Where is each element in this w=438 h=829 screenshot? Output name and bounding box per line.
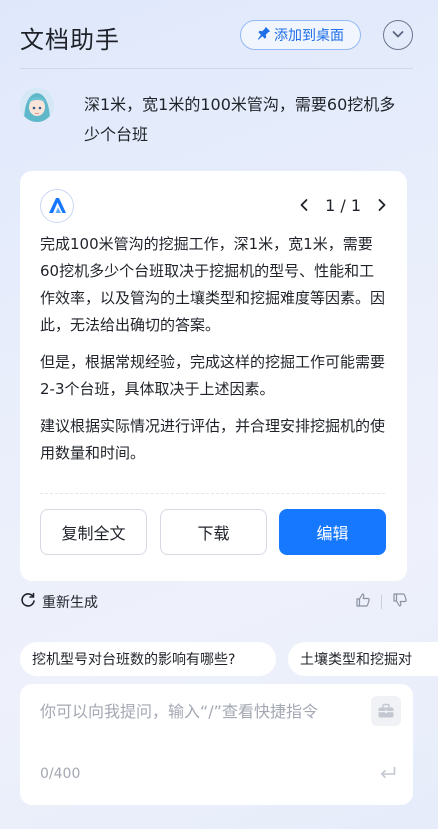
chat-input[interactable]: 你可以向我提问，输入“/”查看快捷指令 0/400 xyxy=(20,684,413,805)
answer-text: 完成100米管沟的挖掘工作，深1米，宽1米，需要60挖机多少个台班取决于挖掘机的… xyxy=(40,231,385,477)
collapse-button[interactable] xyxy=(383,20,413,50)
download-button[interactable]: 下载 xyxy=(160,509,267,555)
answer-pager: 1 / 1 xyxy=(297,193,389,217)
toolbox-icon[interactable] xyxy=(371,696,401,726)
suggestion-chip[interactable]: 挖机型号对台班数的影响有哪些? xyxy=(20,642,276,676)
prev-answer-icon[interactable] xyxy=(297,193,311,217)
refresh-icon xyxy=(20,592,36,612)
answer-paragraph: 但是，根据常规经验，完成这样的挖掘工作可能需要2-3个台班，具体取决于上述因素。 xyxy=(40,353,386,398)
add-to-desktop-label: 添加到桌面 xyxy=(274,28,344,44)
assistant-logo-icon xyxy=(40,189,74,223)
chevron-down-icon xyxy=(391,26,405,45)
pin-icon xyxy=(257,26,271,44)
regenerate-button[interactable]: 重新生成 xyxy=(20,592,98,612)
feedback-controls xyxy=(355,592,408,612)
suggestion-chip[interactable]: 土壤类型和挖掘对 xyxy=(288,642,438,676)
add-to-desktop-button[interactable]: 添加到桌面 xyxy=(240,20,361,50)
answer-divider xyxy=(40,493,385,494)
enter-icon[interactable] xyxy=(379,764,397,782)
edit-button[interactable]: 编辑 xyxy=(279,509,386,555)
user-avatar xyxy=(20,88,54,122)
thumbs-up-icon[interactable] xyxy=(355,592,371,612)
regenerate-label: 重新生成 xyxy=(42,595,98,611)
next-answer-icon[interactable] xyxy=(375,193,389,217)
header-divider xyxy=(20,68,413,69)
answer-paragraph: 建议根据实际情况进行评估，并合理安排挖掘机的使用数量和时间。 xyxy=(40,417,386,462)
thumbs-down-icon[interactable] xyxy=(392,592,408,612)
input-placeholder: 你可以向我提问，输入“/”查看快捷指令 xyxy=(40,702,318,721)
user-question: 深1米，宽1米的100米管沟，需要60挖机多少个台班 xyxy=(84,95,396,144)
header: 文档助手 添加到桌面 xyxy=(0,0,438,68)
char-counter: 0/400 xyxy=(40,766,81,782)
copy-all-button[interactable]: 复制全文 xyxy=(40,509,147,555)
answer-card: 1 / 1 完成100米管沟的挖掘工作，深1米，宽1米，需要60挖机多少个台班取… xyxy=(20,171,407,581)
app-title: 文档助手 xyxy=(20,26,120,54)
pager-label: 1 / 1 xyxy=(325,195,361,215)
feedback-separator xyxy=(381,595,382,609)
answer-paragraph: 完成100米管沟的挖掘工作，深1米，宽1米，需要60挖机多少个台班取决于挖掘机的… xyxy=(40,235,386,334)
